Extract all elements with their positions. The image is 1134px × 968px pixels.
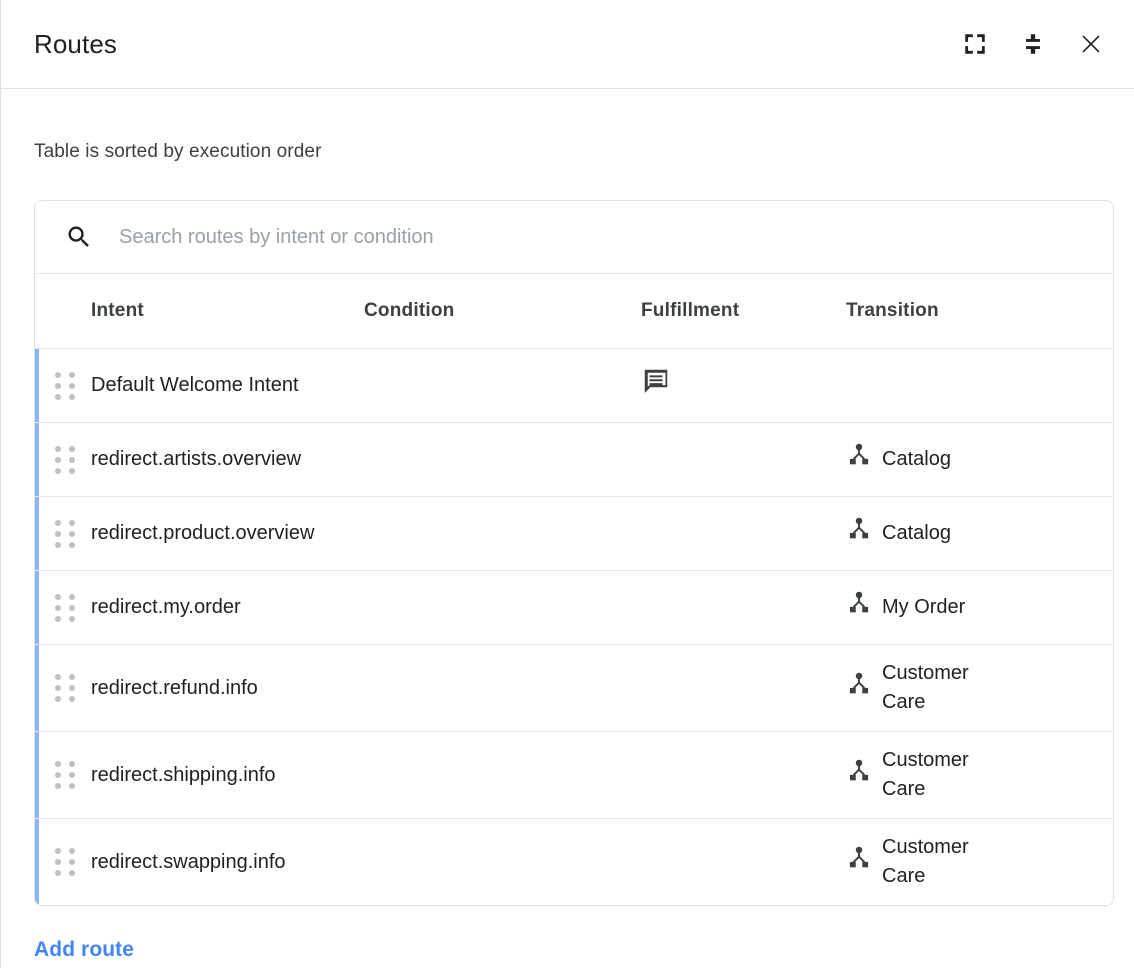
cell-fulfillment <box>641 819 846 905</box>
cell-fulfillment <box>641 423 846 496</box>
cell-condition <box>364 819 641 905</box>
panel-body: Table is sorted by execution order Inten… <box>1 89 1134 968</box>
add-route-button[interactable]: Add route <box>34 938 134 962</box>
transition-label: Catalog <box>882 445 951 474</box>
routes-table: Intent Condition Fulfillment Transition … <box>34 200 1114 906</box>
cell-transition: Catalog <box>846 423 1113 496</box>
drag-handle-icon[interactable] <box>39 732 91 818</box>
column-header-fulfillment: Fulfillment <box>641 300 846 322</box>
cell-intent: Default Welcome Intent <box>91 349 364 422</box>
cell-intent: redirect.shipping.info <box>91 732 364 818</box>
cell-condition <box>364 571 641 644</box>
cell-fulfillment <box>641 571 846 644</box>
table-header-row: Intent Condition Fulfillment Transition <box>35 274 1113 349</box>
table-row[interactable]: redirect.artists.overview <box>35 423 1113 497</box>
header-actions <box>960 29 1106 59</box>
table-row[interactable]: redirect.my.order My Order <box>35 571 1113 645</box>
cell-condition <box>364 423 641 496</box>
drag-handle-icon[interactable] <box>39 645 91 731</box>
cell-transition: Catalog <box>846 497 1113 570</box>
cell-condition <box>364 645 641 731</box>
cell-fulfillment <box>641 732 846 818</box>
transition-label: Customer Care <box>882 659 990 717</box>
transition-label: Customer Care <box>882 746 990 804</box>
column-header-intent: Intent <box>91 300 364 322</box>
sort-note: Table is sorted by execution order <box>34 141 1114 163</box>
cell-intent: redirect.swapping.info <box>91 819 364 905</box>
cell-intent: redirect.artists.overview <box>91 423 364 496</box>
search-icon <box>61 219 97 255</box>
flow-tree-icon <box>846 590 872 625</box>
search-input[interactable] <box>119 222 1113 252</box>
expand-icon[interactable] <box>960 29 990 59</box>
message-icon <box>641 366 671 405</box>
cell-fulfillment <box>641 349 846 422</box>
cell-transition: Customer Care <box>846 732 1113 818</box>
table-row[interactable]: Default Welcome Intent <box>35 349 1113 423</box>
cell-intent: redirect.product.overview <box>91 497 364 570</box>
page-title: Routes <box>34 29 960 60</box>
table-row[interactable]: redirect.shipping.info Cus <box>35 732 1113 819</box>
drag-handle-icon[interactable] <box>39 423 91 496</box>
drag-handle-icon[interactable] <box>39 349 91 422</box>
drag-handle-icon[interactable] <box>39 819 91 905</box>
cell-condition <box>364 497 641 570</box>
cell-transition <box>846 349 1113 422</box>
transition-label: Catalog <box>882 519 951 548</box>
table-row[interactable]: redirect.product.overview <box>35 497 1113 571</box>
cell-condition <box>364 732 641 818</box>
table-row[interactable]: redirect.swapping.info Cus <box>35 819 1113 905</box>
cell-transition: Customer Care <box>846 819 1113 905</box>
column-header-transition: Transition <box>846 300 1113 322</box>
drag-handle-icon[interactable] <box>39 497 91 570</box>
flow-tree-icon <box>846 758 872 793</box>
cell-fulfillment <box>641 645 846 731</box>
cell-transition: My Order <box>846 571 1113 644</box>
search-row <box>35 201 1113 274</box>
transition-label: My Order <box>882 593 965 622</box>
cell-intent: redirect.my.order <box>91 571 364 644</box>
close-icon[interactable] <box>1076 29 1106 59</box>
cell-transition: Customer Care <box>846 645 1113 731</box>
cell-intent: redirect.refund.info <box>91 645 364 731</box>
column-header-condition: Condition <box>364 300 641 322</box>
flow-tree-icon <box>846 845 872 880</box>
flow-tree-icon <box>846 442 872 477</box>
flow-tree-icon <box>846 671 872 706</box>
flow-tree-icon <box>846 516 872 551</box>
drag-handle-icon[interactable] <box>39 571 91 644</box>
transition-label: Customer Care <box>882 833 990 891</box>
panel-header: Routes <box>1 0 1134 89</box>
table-row[interactable]: redirect.refund.info Custo <box>35 645 1113 732</box>
routes-panel: Routes Table is sorted by execution orde… <box>0 0 1134 968</box>
cell-condition <box>364 349 641 422</box>
collapse-icon[interactable] <box>1018 29 1048 59</box>
cell-fulfillment <box>641 497 846 570</box>
